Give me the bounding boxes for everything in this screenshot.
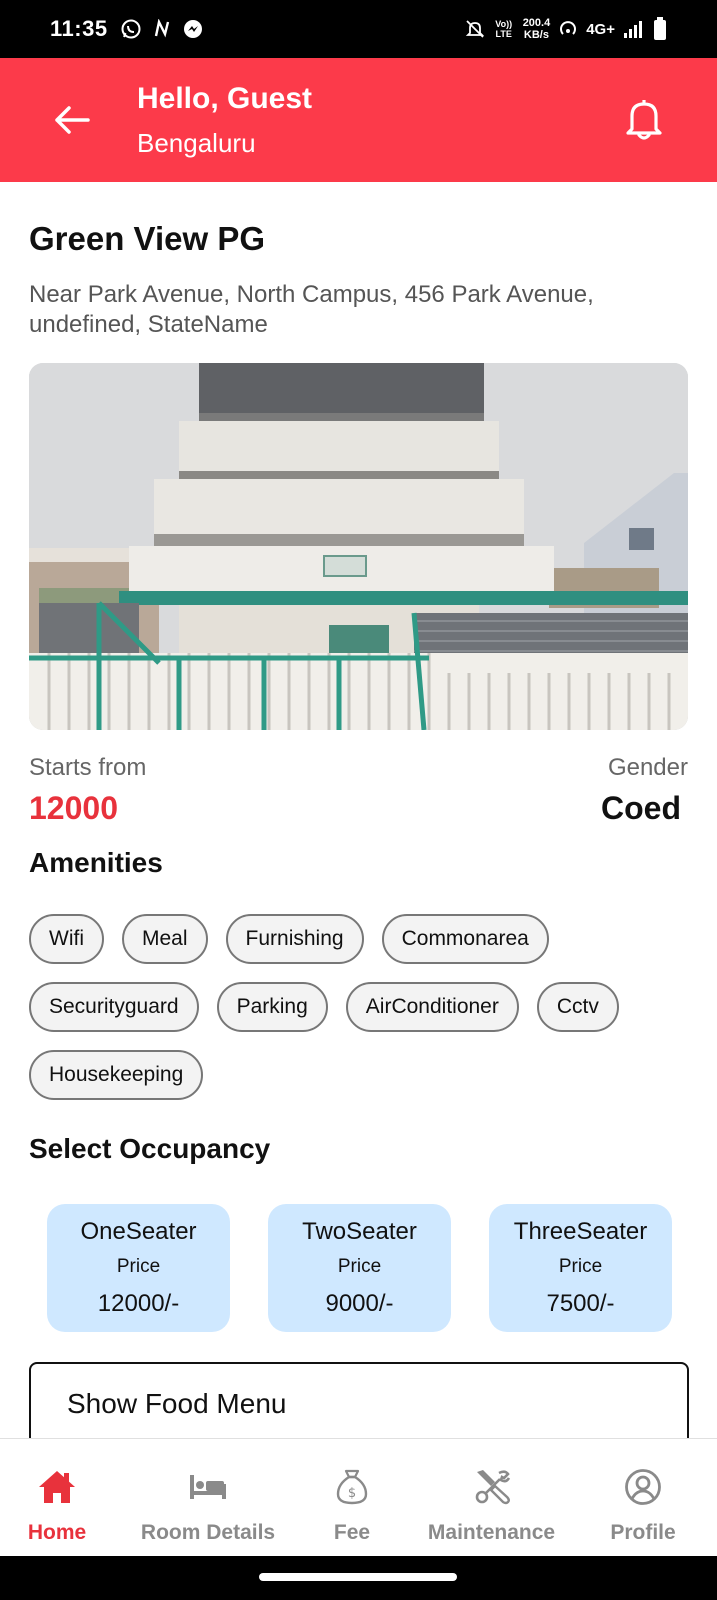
nav-item-home[interactable]: Home (28, 1439, 86, 1557)
notification-icons (120, 18, 204, 40)
volte-indicator: Vo)) LTE (495, 19, 513, 39)
mute-bell-icon (465, 20, 484, 38)
amenities-list: Wifi Meal Furnishing Commonarea Security… (29, 914, 689, 1100)
greeting-text: Hello, Guest (137, 82, 313, 115)
svg-text:$: $ (348, 1486, 356, 1501)
tools-icon (475, 1470, 510, 1505)
amenity-chip: Cctv (536, 982, 619, 1032)
nav-label: Home (27, 1521, 87, 1544)
occupancy-card-twoseater[interactable]: TwoSeater Price 9000/- (268, 1204, 451, 1332)
bell-icon (626, 100, 662, 140)
notifications-button[interactable] (622, 96, 666, 142)
occupancy-name: ThreeSeater (513, 1218, 648, 1245)
amenity-chip: Wifi (29, 914, 104, 964)
occupancy-price: 12000/- (97, 1290, 180, 1317)
amenity-chip: Parking (216, 982, 328, 1032)
home-gesture-pill[interactable] (259, 1573, 457, 1581)
occupancy-name: TwoSeater (302, 1218, 417, 1245)
occupancy-price-label: Price (337, 1256, 382, 1277)
status-left: 11:35 (50, 16, 204, 42)
amenity-chip: Commonarea (381, 914, 549, 964)
occupancy-options: OneSeater Price 12000/- TwoSeater Price … (47, 1204, 672, 1332)
hotspot-icon (560, 21, 577, 35)
price-label: Starts from (29, 754, 147, 781)
whatsapp-icon (121, 19, 141, 39)
nav-item-profile[interactable]: Profile (610, 1439, 676, 1557)
amenity-chip: Furnishing (225, 914, 364, 964)
gender-value: Coed (601, 790, 681, 826)
show-food-menu-button[interactable]: Show Food Menu (29, 1362, 689, 1438)
status-time: 11:35 (50, 16, 108, 41)
pg-name: Green View PG (29, 220, 265, 257)
occupancy-title: Select Occupancy (29, 1133, 271, 1164)
amenity-chip: Meal (122, 914, 208, 964)
nav-label: Maintenance (427, 1521, 556, 1544)
pg-photo[interactable] (29, 363, 688, 730)
amenity-chip: AirConditioner (345, 982, 519, 1032)
occupancy-price-label: Price (558, 1256, 603, 1277)
nav-label: Room Details (140, 1521, 276, 1544)
pg-address: Near Park Avenue, North Campus, 456 Park… (29, 281, 594, 338)
occupancy-card-threeseater[interactable]: ThreeSeater Price 7500/- (489, 1204, 672, 1332)
net-speed: 200.4 KB/s (523, 17, 551, 41)
back-button[interactable] (52, 100, 92, 140)
n-app-icon (154, 19, 169, 38)
status-right: Vo)) LTE 200.4 KB/s 4G+ (465, 17, 667, 41)
amenities-title: Amenities (29, 847, 163, 878)
price-value: 12000 (29, 790, 118, 826)
nav-label: Profile (610, 1521, 676, 1544)
signal-icon (624, 21, 642, 38)
pg-details: Green View PG Near Park Avenue, North Ca… (0, 182, 717, 1438)
status-bar: 11:35 Vo)) LTE 200.4 KB/s 4G+ (0, 0, 717, 58)
city-text[interactable]: Bengaluru (137, 128, 256, 159)
bed-icon (190, 1475, 226, 1499)
arrow-left-icon (55, 106, 90, 134)
battery-icon (654, 17, 666, 40)
occupancy-price: 9000/- (325, 1290, 394, 1317)
nav-item-room-details[interactable]: Room Details (140, 1439, 276, 1557)
app-screen: 11:35 Vo)) LTE 200.4 KB/s 4G+ Hello, Gue… (0, 0, 717, 1600)
messenger-icon (183, 20, 202, 38)
app-header: Hello, Guest Bengaluru (0, 58, 717, 182)
nav-label: Fee (333, 1521, 371, 1544)
gender-label: Gender (607, 754, 688, 781)
nav-item-fee[interactable]: $ Fee (331, 1439, 373, 1557)
net-speed-value: 200.4 (522, 17, 551, 29)
occupancy-price-label: Price (116, 1256, 161, 1277)
occupancy-price: 7500/- (546, 1290, 615, 1317)
money-bag-icon: $ (336, 1469, 368, 1505)
amenity-chip: Housekeeping (29, 1050, 204, 1100)
home-icon (39, 1471, 75, 1503)
system-nav-bar (0, 1556, 717, 1600)
profile-icon (625, 1469, 661, 1505)
nav-item-maintenance[interactable]: Maintenance (427, 1439, 556, 1557)
building-image (29, 363, 688, 730)
occupancy-card-oneseater[interactable]: OneSeater Price 12000/- (47, 1204, 230, 1332)
net-speed-unit: KB/s (523, 29, 549, 41)
occupancy-name: OneSeater (80, 1218, 197, 1245)
network-type: 4G+ (586, 20, 615, 38)
amenity-chip: Securityguard (29, 982, 199, 1032)
bottom-nav: Home Room Details $ Fee Maintenance Prof… (0, 1438, 717, 1556)
